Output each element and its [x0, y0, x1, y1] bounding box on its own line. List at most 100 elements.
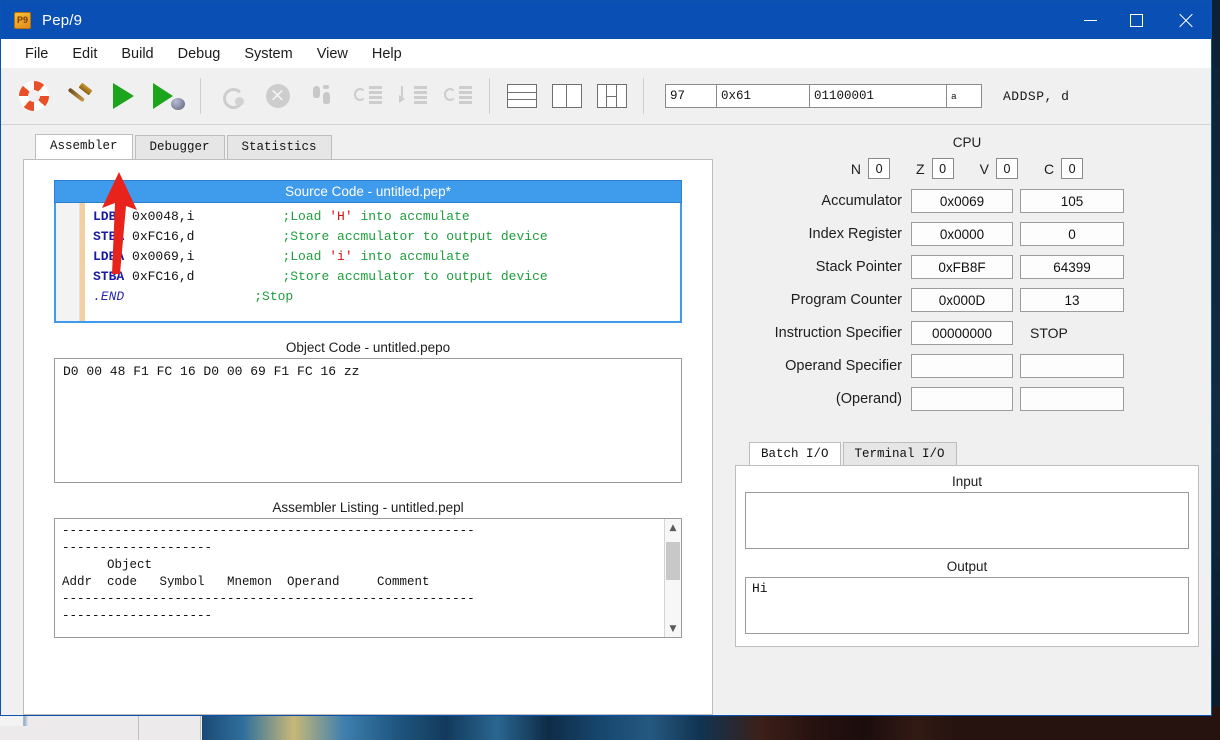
source-line: .END ;Stop [93, 289, 294, 304]
menu-item-view[interactable]: View [305, 43, 360, 65]
assemble-button[interactable] [56, 74, 101, 118]
status-decimal-field[interactable]: 97 [665, 84, 717, 108]
operand-hex-field[interactable] [911, 387, 1013, 411]
flag-z-value[interactable]: 0 [931, 158, 954, 179]
toolbar-separator [489, 78, 490, 114]
menu-item-build[interactable]: Build [109, 43, 165, 65]
status-hex-field[interactable]: 0x61 [716, 84, 810, 108]
flag-c: C 0 [1043, 158, 1084, 179]
loop-icon [221, 84, 245, 109]
scrollbar-thumb[interactable] [666, 542, 680, 580]
pep9-application-window: P9 Pep/9 File Edit Build Debug System Vi… [0, 0, 1212, 716]
register-row-program-counter: Program Counter 0x000D 13 [735, 288, 1199, 312]
accumulator-hex-field[interactable]: 0x0069 [911, 189, 1013, 213]
toolbar-separator [643, 78, 644, 114]
status-value-fields: 97 0x61 01100001 a ADDSP, d [665, 84, 1069, 108]
maximize-button[interactable] [1113, 1, 1159, 39]
source-line: LDBA 0x0069,i ;Load 'i' into accmulate [93, 249, 470, 264]
operand-specifier-hex-field[interactable] [911, 354, 1013, 378]
source-code-text: LDBA 0x0048,i ;Load 'H' into accmulate ST… [85, 203, 680, 321]
scroll-down-icon[interactable]: ▼ [665, 620, 681, 637]
source-code-editor[interactable]: LDBA 0x0048,i ;Load 'H' into accmulate ST… [54, 203, 682, 323]
view-code-only-button[interactable] [499, 74, 544, 118]
batch-input-field[interactable] [745, 492, 1189, 549]
register-row-operand-specifier: Operand Specifier [735, 354, 1199, 378]
cpu-status-flags: N 0 Z 0 V 0 C 0 [735, 158, 1199, 179]
view-code-cpu-memory-button[interactable] [589, 74, 634, 118]
life-ring-icon [18, 81, 49, 111]
flag-n-value[interactable]: 0 [868, 158, 891, 179]
assembler-pane: Assembler Debugger Statistics Source Cod… [23, 134, 713, 715]
window-title: Pep/9 [42, 11, 83, 29]
menu-item-help[interactable]: Help [360, 43, 414, 65]
assembler-listing-title: Assembler Listing - untitled.pepl [272, 500, 464, 515]
index-register-dec-field[interactable]: 0 [1020, 222, 1124, 246]
scroll-up-icon[interactable]: ▲ [665, 519, 681, 536]
assembler-tab-panel: Source Code - untitled.pep* LDBA 0x0048,… [23, 159, 713, 715]
main-tab-bar: Assembler Debugger Statistics [23, 134, 713, 159]
status-ascii-field[interactable]: a [946, 84, 982, 108]
tab-debugger[interactable]: Debugger [134, 135, 225, 159]
continue-button[interactable] [210, 74, 255, 118]
view-code-cpu-button[interactable] [544, 74, 589, 118]
accumulator-dec-field[interactable]: 105 [1020, 189, 1124, 213]
input-label: Input [951, 474, 983, 489]
object-code-section: Object Code - untitled.pepo D0 00 48 F1 … [54, 337, 682, 483]
single-step-button[interactable] [300, 74, 345, 118]
menu-item-file[interactable]: File [13, 43, 60, 65]
run-button[interactable] [101, 74, 146, 118]
program-counter-hex-field[interactable]: 0x000D [911, 288, 1013, 312]
batch-output-field[interactable]: Hi [745, 577, 1189, 634]
operand-specifier-dec-field[interactable] [1020, 354, 1124, 378]
step-over-icon [353, 84, 382, 108]
toolbar-group-build [11, 76, 191, 116]
register-row-instruction-specifier: Instruction Specifier 00000000 STOP [735, 321, 1199, 345]
menu-item-system[interactable]: System [232, 43, 304, 65]
flag-v-value[interactable]: 0 [995, 158, 1018, 179]
register-row-stack-pointer: Stack Pointer 0xFB8F 64399 [735, 255, 1199, 279]
assembler-listing-box: ----------------------------------------… [54, 518, 682, 638]
program-counter-dec-field[interactable]: 13 [1020, 288, 1124, 312]
flag-z-label: Z [916, 160, 925, 177]
step-into-button[interactable] [390, 74, 435, 118]
flag-c-value[interactable]: 0 [1061, 158, 1084, 179]
stack-pointer-dec-field[interactable]: 64399 [1020, 255, 1124, 279]
scrollbar-track[interactable] [665, 536, 681, 620]
tab-assembler[interactable]: Assembler [35, 134, 133, 159]
run-debugger-button[interactable] [146, 74, 191, 118]
layout-split-icon [551, 84, 582, 108]
flag-z: Z 0 [916, 158, 954, 179]
flag-n: N 0 [850, 158, 891, 179]
play-icon [113, 83, 134, 109]
flag-c-label: C [1043, 160, 1055, 177]
object-code-text[interactable]: D0 00 48 F1 FC 16 D0 00 69 F1 FC 16 zz [54, 358, 682, 483]
status-binary-field[interactable]: 01100001 [809, 84, 947, 108]
footsteps-icon [312, 84, 334, 108]
stack-pointer-hex-field[interactable]: 0xFB8F [911, 255, 1013, 279]
step-over-button[interactable] [345, 74, 390, 118]
step-out-button[interactable] [435, 74, 480, 118]
source-line: STBA 0xFC16,d ;Store accmulator to output… [93, 229, 548, 244]
minimize-button[interactable] [1067, 1, 1113, 39]
index-register-hex-field[interactable]: 0x0000 [911, 222, 1013, 246]
stop-debugging-button[interactable] [255, 74, 300, 118]
menu-item-edit[interactable]: Edit [60, 43, 109, 65]
tab-statistics[interactable]: Statistics [226, 135, 332, 159]
register-row-index: Index Register 0x0000 0 [735, 222, 1199, 246]
assembler-listing-scrollbar[interactable]: ▲ ▼ [664, 519, 681, 637]
tab-batch-io[interactable]: Batch I/O [749, 442, 841, 465]
operand-dec-field[interactable] [1020, 387, 1124, 411]
menu-item-debug[interactable]: Debug [166, 43, 233, 65]
batch-io-panel: Input Output Hi [735, 465, 1199, 647]
toolbar: 97 0x61 01100001 a ADDSP, d [1, 68, 1211, 274]
help-lifering-button[interactable] [11, 74, 56, 118]
flag-n-label: N [850, 160, 862, 177]
layout-three-icon [596, 84, 627, 108]
cpu-title: CPU [952, 135, 982, 150]
tab-terminal-io[interactable]: Terminal I/O [842, 442, 957, 465]
register-label: Instruction Specifier [774, 325, 902, 341]
instruction-specifier-field[interactable]: 00000000 [911, 321, 1013, 345]
close-button[interactable] [1159, 1, 1211, 39]
assembler-listing-text[interactable]: ----------------------------------------… [55, 519, 664, 637]
register-label: Operand Specifier [785, 358, 902, 374]
